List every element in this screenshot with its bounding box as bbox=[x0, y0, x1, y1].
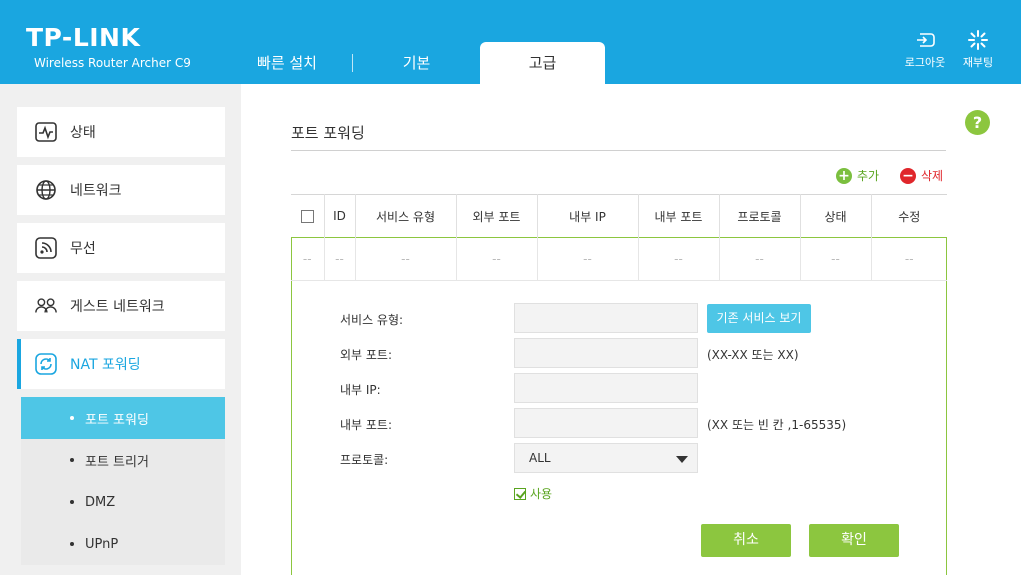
plus-icon: + bbox=[836, 167, 852, 184]
logout-button[interactable]: 로그아웃 bbox=[900, 30, 950, 70]
tab-quick-setup[interactable]: 빠른 설치 bbox=[222, 42, 352, 84]
sidebar-item-label: 상태 bbox=[70, 125, 96, 141]
protocol-value: ALL bbox=[529, 451, 551, 465]
ok-button[interactable]: 확인 bbox=[809, 524, 899, 557]
main-nav: 빠른 설치 기본 고급 bbox=[222, 42, 605, 84]
submenu-label: 포트 트리거 bbox=[85, 454, 149, 470]
protocol-label: 프로토콜: bbox=[340, 453, 389, 467]
submenu-label: 포트 포워딩 bbox=[85, 412, 149, 428]
column-header: 서비스 유형 bbox=[355, 194, 457, 238]
view-existing-services-button[interactable]: 기존 서비스 보기 bbox=[707, 304, 811, 333]
checkbox-checked-icon bbox=[514, 487, 526, 500]
protocol-select[interactable]: ALL bbox=[514, 443, 698, 473]
delete-label: 삭제 bbox=[921, 169, 944, 183]
sidebar-item-status[interactable]: 상태 bbox=[17, 107, 225, 157]
form-divider bbox=[291, 280, 947, 281]
add-label: 추가 bbox=[857, 169, 880, 183]
page-title: 포트 포워딩 bbox=[291, 124, 365, 142]
sidebar-item-network[interactable]: 네트워크 bbox=[17, 165, 225, 215]
chevron-down-icon bbox=[676, 456, 688, 463]
delete-button[interactable]: − 삭제 bbox=[900, 167, 943, 184]
submenu-port-triggering[interactable]: 포트 트리거 bbox=[21, 439, 225, 481]
title-divider bbox=[291, 150, 946, 151]
reboot-label: 재부팅 bbox=[962, 56, 994, 69]
column-header: 프로토콜 bbox=[719, 194, 801, 238]
service-type-label: 서비스 유형: bbox=[340, 313, 404, 327]
internal-port-input[interactable] bbox=[514, 408, 698, 438]
submenu-label: UPnP bbox=[85, 536, 119, 552]
globe-icon bbox=[34, 178, 58, 202]
service-type-input[interactable] bbox=[514, 303, 698, 333]
wireless-icon bbox=[34, 236, 58, 260]
add-button[interactable]: + 추가 bbox=[836, 167, 879, 184]
tab-advanced[interactable]: 고급 bbox=[480, 42, 605, 84]
reboot-icon bbox=[968, 30, 988, 50]
internal-ip-label: 내부 IP: bbox=[340, 383, 381, 397]
sidebar-item-wireless[interactable]: 무선 bbox=[17, 223, 225, 273]
column-header: 외부 포트 bbox=[456, 194, 538, 238]
internal-ip-input[interactable] bbox=[514, 373, 698, 403]
logout-icon bbox=[917, 33, 935, 47]
enable-checkbox[interactable]: 사용 bbox=[514, 485, 552, 502]
select-all-checkbox[interactable] bbox=[300, 210, 314, 223]
help-button[interactable]: ? bbox=[965, 110, 990, 135]
pulse-icon bbox=[34, 120, 58, 144]
tab-basic[interactable]: 기본 bbox=[353, 42, 480, 84]
submenu-upnp[interactable]: UPnP bbox=[21, 523, 225, 565]
column-header: 수정 bbox=[871, 194, 947, 238]
column-header: 내부 포트 bbox=[638, 194, 720, 238]
reboot-button[interactable]: 재부팅 bbox=[958, 30, 998, 70]
column-header: ID bbox=[324, 194, 356, 238]
model-name: Wireless Router Archer C9 bbox=[34, 56, 191, 70]
column-header: 내부 IP bbox=[537, 194, 639, 238]
minus-icon: − bbox=[900, 167, 916, 184]
external-port-hint: (XX-XX 또는 XX) bbox=[707, 348, 799, 362]
sidebar-item-label: 무선 bbox=[70, 241, 96, 257]
logout-label: 로그아웃 bbox=[904, 56, 946, 69]
submenu-label: DMZ bbox=[85, 494, 116, 510]
sidebar-item-label: 네트워크 bbox=[70, 183, 122, 199]
submenu-port-forwarding[interactable]: 포트 포워딩 bbox=[21, 397, 225, 439]
external-port-input[interactable] bbox=[514, 338, 698, 368]
nat-submenu: 포트 포워딩 포트 트리거 DMZ UPnP bbox=[21, 313, 225, 565]
brand-logo: TP-LINK bbox=[26, 23, 141, 52]
cancel-button[interactable]: 취소 bbox=[701, 524, 791, 557]
internal-port-label: 내부 포트: bbox=[340, 418, 393, 432]
column-header: 상태 bbox=[800, 194, 872, 238]
external-port-label: 외부 포트: bbox=[340, 348, 393, 362]
table-header-row: ID 서비스 유형 외부 포트 내부 IP 내부 포트 프로토콜 상태 수정 bbox=[291, 194, 947, 238]
top-header: TP-LINK Wireless Router Archer C9 빠른 설치 … bbox=[0, 0, 1021, 84]
enable-label: 사용 bbox=[530, 487, 553, 501]
submenu-dmz[interactable]: DMZ bbox=[21, 481, 225, 523]
internal-port-hint: (XX 또는 빈 칸 ,1-65535) bbox=[707, 418, 847, 432]
select-all-header bbox=[291, 194, 325, 238]
